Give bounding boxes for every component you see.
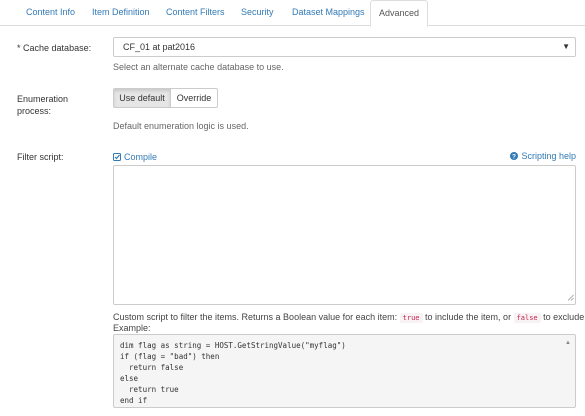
compile-link[interactable]: Compile [113,152,157,164]
true-code: true [399,313,423,323]
svg-text:?: ? [512,153,516,160]
cache-database-label-text: Cache database: [23,43,92,53]
tab-bar: Content Info Item Definition Content Fil… [0,0,585,27]
scripting-help-link[interactable]: ? Scripting help [510,151,576,163]
filter-script-textarea[interactable] [113,165,576,305]
required-marker: * [17,43,21,53]
tab-advanced[interactable]: Advanced [370,0,428,27]
filter-script-help: Custom script to filter the items. Retur… [113,312,585,324]
scroll-up-icon[interactable]: ▲ [565,340,571,346]
resize-grip-icon[interactable] [567,293,574,303]
code-line: else [120,374,139,383]
false-code: false [513,313,541,323]
tab-content-filters[interactable]: Content Filters [166,0,225,26]
scripting-help-label: Scripting help [521,151,576,161]
filter-script-label: Filter script: [17,152,64,162]
code-line: if (flag = "bad") then [120,352,220,361]
caret-down-icon: ▼ [562,42,570,51]
example-label: Example: [113,323,151,333]
filter-help-prefix: Custom script to filter the items. Retur… [113,312,398,322]
code-line: dim flag as string = HOST.GetStringValue… [120,341,346,350]
cache-database-label: * Cache database: [17,42,91,54]
compile-label: Compile [124,152,158,162]
cache-database-help: Select an alternate cache database to us… [113,62,284,72]
tab-dataset-mappings[interactable]: Dataset Mappings [292,0,365,26]
use-default-button[interactable]: Use default [113,88,171,108]
tab-item-definition[interactable]: Item Definition [92,0,150,26]
enumeration-help: Default enumeration logic is used. [113,121,249,131]
tab-security[interactable]: Security [241,0,274,26]
example-code-block: dim flag as string = HOST.GetStringValue… [113,334,576,408]
override-button[interactable]: Override [171,88,218,108]
code-line: end if [120,396,148,405]
enumeration-toggle: Use default Override [113,88,218,108]
cache-database-value: CF_01 at pat2016 [123,42,196,52]
question-circle-icon: ? [510,152,519,163]
check-square-icon [113,153,121,164]
code-line: return true [120,385,179,394]
filter-help-middle: to include the item, or [425,312,512,322]
code-line: return false [120,363,184,372]
tab-content-info[interactable]: Content Info [26,0,75,26]
enumeration-process-label: Enumeration process: [17,94,69,116]
cache-database-select[interactable]: CF_01 at pat2016 ▼ [113,37,576,57]
filter-help-suffix: to exclude it. [543,312,585,322]
